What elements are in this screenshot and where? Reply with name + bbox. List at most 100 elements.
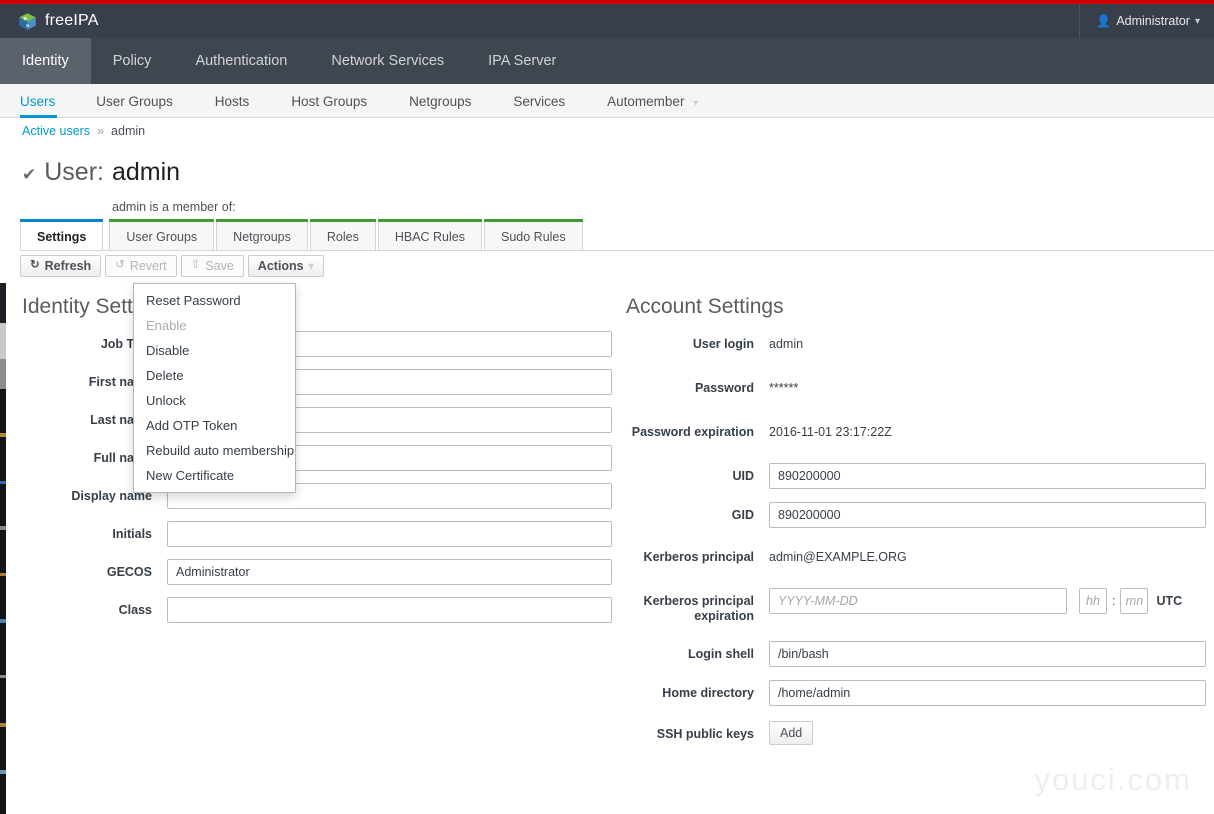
- add-ssh-key-button[interactable]: Add: [769, 721, 813, 745]
- field-label: Login shell: [626, 641, 754, 662]
- save-button: ⇧ Save: [181, 255, 244, 277]
- identity-settings-heading: Identity Settings: [22, 296, 612, 317]
- nav-item-label: IPA Server: [488, 53, 556, 69]
- nav-item-authentication[interactable]: Authentication: [173, 38, 309, 84]
- field-user-login: User login admin: [626, 331, 1206, 361]
- freeipa-page: a freeIPA 👤 Administrator ▾ Identity Pol…: [0, 0, 1214, 814]
- tab-top-indicator: [109, 219, 214, 222]
- kerberos-expiration-minute-input[interactable]: [1120, 588, 1148, 614]
- nav-item-label: Identity: [22, 53, 69, 69]
- menu-item-rebuild-auto-membership[interactable]: Rebuild auto membership: [134, 438, 295, 463]
- field-login-shell: Login shell: [626, 641, 1206, 671]
- menu-item-delete[interactable]: Delete: [134, 363, 295, 388]
- menu-item-add-otp-token[interactable]: Add OTP Token: [134, 413, 295, 438]
- subnav-item-services[interactable]: Services: [492, 94, 586, 117]
- tab-label: Sudo Rules: [501, 230, 566, 244]
- subnav-item-user-groups[interactable]: User Groups: [75, 94, 194, 117]
- field-label: Password expiration: [626, 419, 754, 440]
- tab-label: Netgroups: [233, 230, 291, 244]
- subnav-item-label: Users: [20, 94, 55, 109]
- facet-group-membership: User Groups Netgroups Roles HBAC Rules S…: [109, 221, 582, 251]
- field-label: Class: [22, 597, 152, 618]
- nav-item-policy[interactable]: Policy: [91, 38, 174, 84]
- primary-nav: Identity Policy Authentication Network S…: [0, 38, 1214, 84]
- facet-tabs: Settings User Groups Netgroups Roles HBA…: [20, 221, 583, 251]
- kerberos-expiration-hour-input[interactable]: [1079, 588, 1107, 614]
- field-label: GID: [626, 502, 754, 523]
- field-kerberos-principal: Kerberos principal admin@EXAMPLE.ORG: [626, 544, 1206, 574]
- actions-menu: Reset Password Enable Disable Delete Unl…: [133, 283, 296, 493]
- kerberos-expiration-date-input[interactable]: [769, 588, 1067, 614]
- menu-item-label: New Certificate: [146, 468, 234, 483]
- uid-input[interactable]: [769, 463, 1206, 489]
- facet-tabs-underline: [20, 250, 1214, 251]
- field-gid: GID: [626, 502, 1206, 532]
- subnav-item-host-groups[interactable]: Host Groups: [270, 94, 388, 117]
- tab-label: HBAC Rules: [395, 230, 465, 244]
- subnav-item-hosts[interactable]: Hosts: [194, 94, 271, 117]
- watermark: youci.com: [1034, 762, 1192, 798]
- class-input[interactable]: [167, 597, 612, 623]
- nav-item-identity[interactable]: Identity: [0, 38, 91, 84]
- user-menu[interactable]: 👤 Administrator ▾: [1096, 14, 1200, 28]
- subnav-item-automember[interactable]: Automember ▾: [586, 94, 719, 117]
- tab-settings[interactable]: Settings: [20, 221, 103, 251]
- field-gecos: GECOS: [22, 559, 612, 589]
- tab-sudo-rules[interactable]: Sudo Rules: [484, 221, 583, 251]
- tab-user-groups[interactable]: User Groups: [109, 221, 214, 251]
- menu-item-disable[interactable]: Disable: [134, 338, 295, 363]
- check-icon: ✔: [22, 165, 36, 185]
- time-separator: :: [1107, 594, 1120, 608]
- gid-input[interactable]: [769, 502, 1206, 528]
- subnav-item-users[interactable]: Users: [20, 94, 75, 117]
- breadcrumb-link-active-users[interactable]: Active users: [22, 124, 90, 138]
- field-full-name: Full name: [22, 445, 612, 475]
- menu-item-new-certificate[interactable]: New Certificate: [134, 463, 295, 488]
- field-last-name: Last name: [22, 407, 612, 437]
- field-class: Class: [22, 597, 612, 627]
- brand[interactable]: a freeIPA: [0, 12, 99, 31]
- initials-input[interactable]: [167, 521, 612, 547]
- tab-hbac-rules[interactable]: HBAC Rules: [378, 221, 482, 251]
- home-directory-input[interactable]: [769, 680, 1206, 706]
- nav-item-label: Network Services: [331, 53, 444, 69]
- nav-item-network-services[interactable]: Network Services: [309, 38, 466, 84]
- field-kerberos-principal-expiration: Kerberos principal expiration : UTC: [626, 588, 1206, 624]
- subnav-item-label: Netgroups: [409, 94, 471, 109]
- facet-group-settings: Settings: [20, 221, 103, 251]
- save-button-label: Save: [205, 259, 234, 273]
- revert-button: ↺ Revert: [105, 255, 176, 277]
- tab-top-indicator: [378, 219, 482, 222]
- password-expiration-value: 2016-11-01 23:17:22Z: [769, 419, 892, 439]
- tab-top-indicator: [484, 219, 583, 222]
- user-icon: 👤: [1096, 14, 1111, 28]
- menu-item-label: Rebuild auto membership: [146, 443, 294, 458]
- menu-item-reset-password[interactable]: Reset Password: [134, 288, 295, 313]
- field-password-expiration: Password expiration 2016-11-01 23:17:22Z: [626, 419, 1206, 449]
- subnav-item-label: Automember: [607, 94, 684, 109]
- chevron-down-icon: ▾: [693, 98, 698, 109]
- menu-item-label: Enable: [146, 318, 186, 333]
- actions-dropdown-button[interactable]: Actions ▾: [248, 255, 324, 277]
- brand-name: freeIPA: [45, 12, 99, 30]
- subnav-item-netgroups[interactable]: Netgroups: [388, 94, 492, 117]
- tab-netgroups[interactable]: Netgroups: [216, 221, 308, 251]
- user-menu-label: Administrator: [1116, 14, 1190, 28]
- field-label: User login: [626, 331, 754, 352]
- login-shell-input[interactable]: [769, 641, 1206, 667]
- field-label: Kerberos principal expiration: [626, 588, 754, 624]
- field-label: GECOS: [22, 559, 152, 580]
- secondary-nav: Users User Groups Hosts Host Groups Netg…: [0, 84, 1214, 118]
- password-value: ******: [769, 375, 798, 395]
- menu-item-label: Reset Password: [146, 293, 241, 308]
- page-title-object: admin: [112, 158, 180, 187]
- subnav-item-label: Host Groups: [291, 94, 367, 109]
- nav-item-ipa-server[interactable]: IPA Server: [466, 38, 578, 84]
- field-label: Initials: [22, 521, 152, 542]
- field-label: SSH public keys: [626, 721, 754, 742]
- tab-roles[interactable]: Roles: [310, 221, 376, 251]
- refresh-button[interactable]: ↻ Refresh: [20, 255, 101, 277]
- menu-item-unlock[interactable]: Unlock: [134, 388, 295, 413]
- field-label: Home directory: [626, 680, 754, 701]
- gecos-input[interactable]: [167, 559, 612, 585]
